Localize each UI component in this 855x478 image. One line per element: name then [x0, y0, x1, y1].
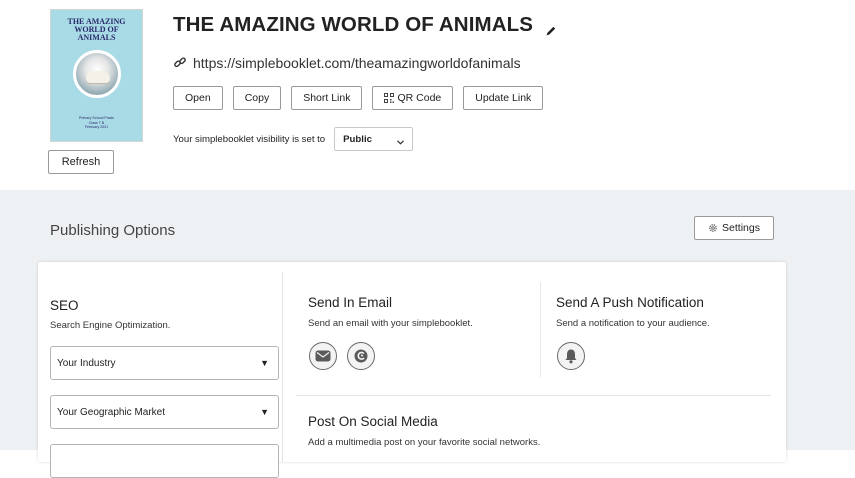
booklet-title: THE AMAZING WORLD OF ANIMALS [173, 13, 557, 37]
divider [296, 395, 771, 396]
divider [282, 272, 283, 462]
visibility-select[interactable]: Public [334, 127, 414, 151]
booklet-cover-thumbnail[interactable]: THE AMAZING WORLD OF ANIMALS Primary Sch… [50, 9, 143, 142]
copy-button[interactable]: Copy [232, 86, 282, 110]
seo-select-third[interactable] [50, 444, 279, 478]
settings-label: Settings [722, 222, 760, 234]
email-title: Send In Email [308, 295, 393, 310]
bell-icon[interactable] [557, 342, 585, 370]
mailchimp-icon[interactable] [347, 342, 375, 370]
short-link-button[interactable]: Short Link [291, 86, 363, 110]
seo-title: SEO [50, 298, 79, 313]
seo-description: Search Engine Optimization. [50, 320, 171, 331]
industry-select[interactable]: Your Industry ▼ [50, 346, 279, 380]
geographic-market-select[interactable]: Your Geographic Market ▼ [50, 395, 279, 429]
visibility-value: Public [343, 133, 372, 145]
social-media-description: Add a multimedia post on your favorite s… [308, 437, 541, 448]
publishing-options-title: Publishing Options [50, 222, 176, 239]
caret-down-icon: ▼ [260, 358, 269, 368]
settings-button[interactable]: Settings [694, 216, 774, 240]
industry-select-value: Your Industry [57, 357, 116, 369]
link-icon [173, 56, 187, 70]
polar-bear-image [72, 50, 121, 98]
chevron-down-icon [397, 137, 405, 145]
booklet-header: THE AMAZING WORLD OF ANIMALS Primary Sch… [0, 0, 855, 190]
open-button[interactable]: Open [173, 86, 223, 110]
qr-code-button[interactable]: QR Code [372, 86, 454, 110]
email-description: Send an email with your simplebooklet. [308, 318, 473, 329]
cover-subtitle: Primary School Prade Class 7 B February … [79, 116, 114, 129]
divider [540, 282, 541, 377]
push-notification-title: Send A Push Notification [556, 295, 704, 310]
push-notification-description: Send a notification to your audience. [556, 318, 710, 329]
booklet-url[interactable]: https://simplebooklet.com/theamazingworl… [193, 55, 521, 71]
qr-code-icon [384, 93, 395, 103]
update-link-button[interactable]: Update Link [463, 86, 544, 110]
email-envelope-icon[interactable] [309, 342, 337, 370]
visibility-row: Your simplebooklet visibility is set to … [173, 127, 414, 151]
booklet-title-text: THE AMAZING WORLD OF ANIMALS [173, 13, 533, 36]
publishing-options-card: SEO Search Engine Optimization. Your Ind… [38, 262, 786, 478]
gear-icon [708, 223, 718, 233]
caret-down-icon: ▼ [260, 407, 269, 417]
refresh-button[interactable]: Refresh [48, 150, 114, 174]
visibility-label: Your simplebooklet visibility is set to [173, 133, 326, 145]
cover-title: THE AMAZING WORLD OF ANIMALS [67, 17, 126, 42]
pencil-icon[interactable] [545, 19, 557, 36]
geographic-market-select-value: Your Geographic Market [57, 406, 166, 418]
link-actions: Open Copy Short Link QR Code Update Link [173, 86, 553, 110]
booklet-url-row: https://simplebooklet.com/theamazingworl… [173, 55, 521, 71]
social-media-title: Post On Social Media [308, 414, 438, 429]
qr-code-label: QR Code [397, 92, 442, 104]
publishing-options-panel: Publishing Options Settings SEO Search E… [0, 190, 855, 478]
